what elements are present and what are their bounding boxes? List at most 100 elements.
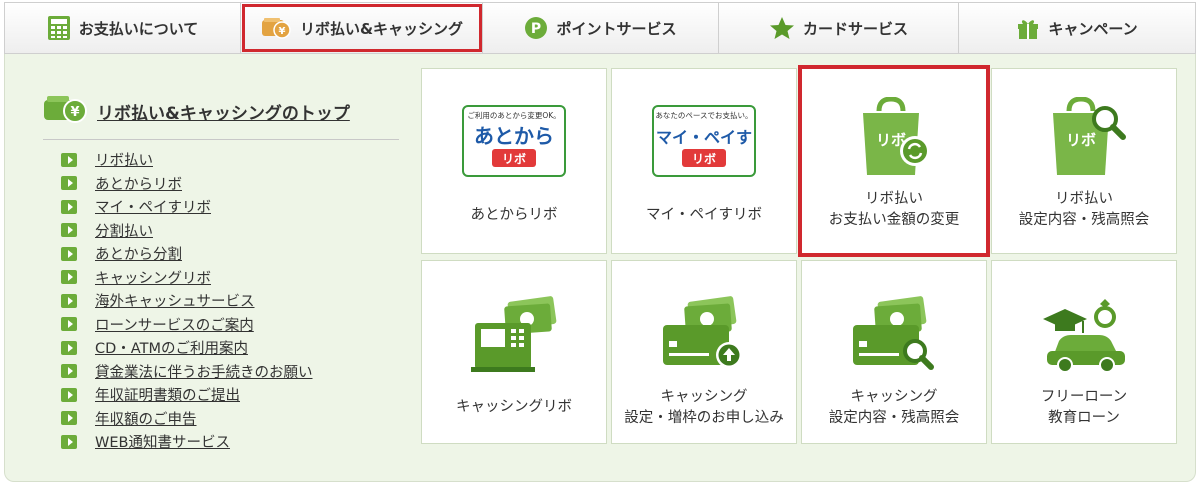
logo-tagline: あなたのペースでお支払い。	[655, 110, 752, 120]
tile-cashing-balance[interactable]: キャッシング 設定内容・残高照会	[801, 260, 987, 444]
tile-label: マイ・ペイすリボ	[612, 205, 796, 226]
calculator-icon	[47, 15, 71, 41]
tile-label-line2: 設定・増枠のお申し込み	[624, 410, 784, 426]
arrow-bullet-icon	[61, 340, 77, 355]
tile-ribo-settings-balance[interactable]: リボ リボ払い 設定内容・残高照会	[991, 68, 1177, 254]
sidebar-item-label[interactable]: ローンサービスのご案内	[95, 314, 254, 335]
arrow-bullet-icon	[61, 246, 77, 261]
tile-label-line1: キャッシング	[660, 389, 748, 405]
sidebar-item-label[interactable]: WEB通知書サービス	[95, 431, 230, 452]
sidebar-item-label[interactable]: 貸金業法に伴うお手続きのお願い	[95, 361, 313, 382]
sidebar-item-overseas-cash[interactable]: 海外キャッシュサービス	[61, 289, 313, 313]
sidebar-item-loan-service[interactable]: ローンサービスのご案内	[61, 313, 313, 337]
bag-text: リボ	[1066, 131, 1096, 149]
tile-cashing-ribo[interactable]: キャッシングリボ	[421, 260, 607, 444]
sidebar-item-atokara-ribo[interactable]: あとからリボ	[61, 172, 313, 196]
arrow-bullet-icon	[61, 387, 77, 402]
sidebar-item-label[interactable]: あとから分割	[95, 243, 182, 264]
arrow-bullet-icon	[61, 223, 77, 238]
sidebar-item-income-declare[interactable]: 年収額のご申告	[61, 407, 313, 431]
tab-point-service[interactable]: P ポイントサービス	[483, 3, 719, 53]
sidebar-item-label[interactable]: 海外キャッシュサービス	[95, 290, 255, 311]
card-cash-search-icon	[802, 295, 986, 375]
atm-cash-icon	[422, 295, 606, 375]
tile-label-line1: あとからリボ	[470, 207, 558, 223]
sidebar-item-cashing-ribo[interactable]: キャッシングリボ	[61, 266, 313, 290]
atokara-ribo-logo: ご利用のあとから変更OK。 あとから リボ	[422, 105, 606, 177]
tab-payment[interactable]: お支払いについて	[5, 3, 241, 53]
tile-label-line2: 教育ローン	[1048, 410, 1120, 426]
tile-label-line1: リボ払い	[1055, 191, 1113, 207]
tile-label: リボ払い お支払い金額の変更	[802, 189, 986, 231]
ribo-bag-search-icon: リボ	[992, 97, 1176, 177]
logo-sub-text: リボ	[692, 151, 716, 166]
tile-label: フリーローン 教育ローン	[992, 387, 1176, 429]
category-tab-bar: お支払いについて ¥ リボ払い&キャッシング P ポイントサービス カードサービ…	[4, 2, 1196, 54]
tile-label: キャッシング 設定・増枠のお申し込み	[612, 387, 796, 429]
sidebar-item-web-notice[interactable]: WEB通知書サービス	[61, 430, 313, 454]
sidebar-item-label[interactable]: 分割払い	[95, 220, 153, 241]
card-cash-up-icon	[612, 295, 796, 375]
tab-revolving-cashing[interactable]: ¥ リボ払い&キャッシング	[241, 3, 483, 53]
sidebar-item-revolving[interactable]: リボ払い	[61, 148, 313, 172]
tile-label-line2: お支払い金額の変更	[828, 212, 960, 228]
arrow-bullet-icon	[61, 293, 77, 308]
tile-cashing-apply[interactable]: キャッシング 設定・増枠のお申し込み	[611, 260, 797, 444]
sidebar-item-label[interactable]: CD・ATMのご利用案内	[95, 337, 248, 358]
logo-tagline: ご利用のあとから変更OK。	[467, 110, 560, 120]
sidebar-item-atokara-installment[interactable]: あとから分割	[61, 242, 313, 266]
divider	[43, 139, 399, 140]
sidebar-item-label[interactable]: あとからリボ	[95, 173, 182, 194]
arrow-bullet-icon	[61, 270, 77, 285]
sidebar-item-installment[interactable]: 分割払い	[61, 219, 313, 243]
star-icon	[769, 16, 795, 40]
tile-label: キャッシングリボ	[422, 397, 606, 418]
tab-campaign[interactable]: キャンペーン	[959, 3, 1195, 53]
tile-label-line2: 設定内容・残高照会	[1018, 212, 1150, 228]
logo-main-text: あとから	[474, 124, 554, 148]
arrow-bullet-icon	[61, 411, 77, 426]
tab-card-service[interactable]: カードサービス	[719, 3, 959, 53]
tile-label-line1: キャッシングリボ	[456, 399, 572, 415]
ribo-bag-change-icon: リボ	[802, 97, 986, 177]
sidebar-title[interactable]: ¥ リボ払い&キャッシングのトップ	[43, 94, 350, 128]
sidebar-item-cd-atm[interactable]: CD・ATMのご利用案内	[61, 336, 313, 360]
tab-label: リボ払い&キャッシング	[299, 19, 464, 38]
sidebar-item-income-proof[interactable]: 年収証明書類のご提出	[61, 383, 313, 407]
tile-label-line2: 設定内容・残高照会	[828, 410, 960, 426]
svg-text:P: P	[531, 21, 541, 37]
sidebar-item-my-pay-su-ribo[interactable]: マイ・ペイすリボ	[61, 195, 313, 219]
tab-label: カードサービス	[802, 19, 908, 38]
tab-label: お支払いについて	[78, 19, 199, 38]
sidebar-title-link[interactable]: リボ払い&キャッシングのトップ	[97, 99, 350, 124]
sidebar-item-label[interactable]: 年収証明書類のご提出	[95, 384, 240, 405]
svg-text:¥: ¥	[278, 26, 285, 37]
logo-main-text: マイ・ペイす	[656, 128, 752, 147]
tile-my-pay-su-ribo[interactable]: あなたのペースでお支払い。 マイ・ペイす リボ マイ・ペイすリボ	[611, 68, 797, 254]
sidebar-item-label[interactable]: キャッシングリボ	[95, 267, 211, 288]
car-graduation-ring-icon	[992, 295, 1176, 375]
wallet-yen-icon: ¥	[260, 16, 292, 40]
svg-text:¥: ¥	[70, 105, 79, 120]
tab-label: ポイントサービス	[556, 19, 677, 38]
point-p-icon: P	[524, 16, 548, 40]
arrow-bullet-icon	[61, 152, 77, 167]
tile-ribo-payment-change[interactable]: リボ リボ払い お支払い金額の変更	[798, 65, 990, 257]
arrow-bullet-icon	[61, 176, 77, 191]
sidebar-item-label[interactable]: リボ払い	[95, 149, 153, 170]
tile-label: あとからリボ	[422, 205, 606, 226]
arrow-bullet-icon	[61, 199, 77, 214]
sidebar-item-label[interactable]: 年収額のご申告	[95, 408, 197, 429]
tile-free-education-loan[interactable]: フリーローン 教育ローン	[991, 260, 1177, 444]
tile-label: リボ払い 設定内容・残高照会	[992, 189, 1176, 231]
sidebar-menu: リボ払い あとからリボ マイ・ペイすリボ 分割払い あとから分割 キャッシングリ…	[61, 148, 313, 454]
tile-label-line1: リボ払い	[865, 191, 923, 207]
tile-atokara-ribo[interactable]: ご利用のあとから変更OK。 あとから リボ あとからリボ	[421, 68, 607, 254]
tile-label: キャッシング 設定内容・残高照会	[802, 387, 986, 429]
content-panel: ¥ リボ払い&キャッシングのトップ リボ払い あとからリボ マイ・ペイすリボ 分…	[4, 54, 1196, 482]
sidebar-item-money-lending-act[interactable]: 貸金業法に伴うお手続きのお願い	[61, 360, 313, 384]
logo-sub-text: リボ	[502, 151, 526, 166]
arrow-bullet-icon	[61, 364, 77, 379]
sidebar-item-label[interactable]: マイ・ペイすリボ	[95, 196, 211, 217]
tile-label-line1: マイ・ペイすリボ	[646, 207, 762, 223]
